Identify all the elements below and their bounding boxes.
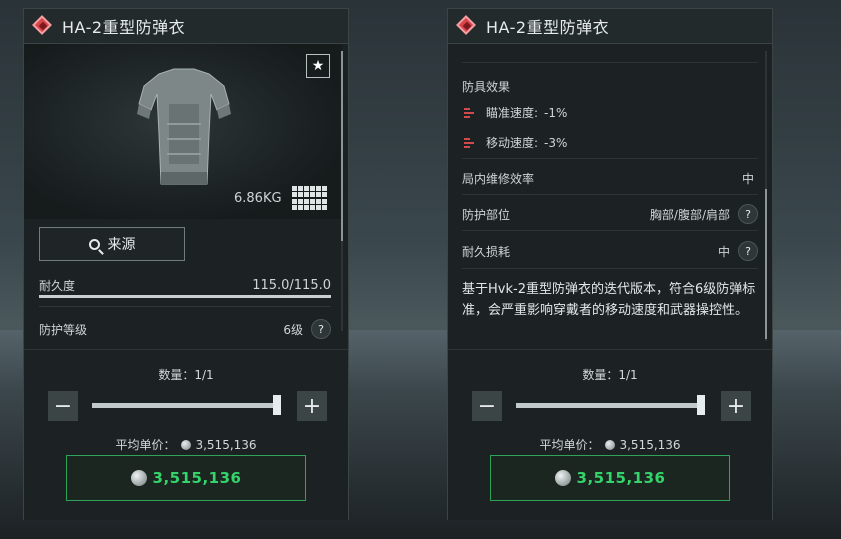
quantity-slider-thumb[interactable] [697, 395, 705, 415]
item-title: HA-2重型防弹衣 [62, 18, 186, 37]
average-price-row: 平均单价： 3,515,136 [448, 436, 772, 453]
coin-icon [554, 470, 571, 486]
source-button-label: 来源 [107, 237, 136, 253]
item-description: 基于Hvk-2重型防弹衣的迭代版本，符合6级防弹标准，会严重影响穿戴者的移动速度… [462, 282, 756, 318]
buy-button[interactable]: 3,515,136 [490, 455, 730, 501]
item-detail-panel-right: HA-2重型防弹衣 防具效果 瞄准速度: -1% 移动速度: -3% 局内维修效… [447, 8, 773, 520]
durability-bar [39, 295, 331, 298]
effects-title-label: 防具效果 [462, 80, 511, 94]
divider [462, 194, 758, 195]
item-title: HA-2重型防弹衣 [486, 18, 610, 37]
effects-title: 防具效果 [462, 78, 758, 95]
quantity-label: 数量：1/1 [158, 368, 214, 382]
coin-icon [130, 470, 147, 486]
durability-loss-label: 耐久损耗 [462, 244, 511, 259]
increase-quantity-button[interactable]: + [721, 391, 751, 421]
effect-row: 瞄准速度: -1% [464, 104, 567, 121]
quantity-slider-thumb[interactable] [273, 395, 281, 415]
average-price-row: 平均单价： 3,515,136 [24, 436, 348, 453]
item-stats-scroll-area[interactable]: 防具效果 瞄准速度: -1% 移动速度: -3% 局内维修效率 中 防护部位 胸… [448, 44, 766, 349]
coin-icon [181, 440, 192, 450]
durability-value: 115.0/115.0 [252, 278, 331, 293]
scrollbar-thumb[interactable] [765, 189, 767, 339]
repair-efficiency-row: 局内维修效率 中 [462, 170, 758, 187]
protection-level-row: 防护等级 6级 ? [39, 319, 331, 339]
durability-loss-row: 耐久损耗 中 ? [462, 241, 758, 261]
debuff-icon [464, 137, 476, 149]
body-armor-image [137, 68, 231, 185]
divider [462, 158, 758, 159]
protection-level-value: 6级 [283, 322, 303, 337]
durability-label: 耐久度 [39, 279, 76, 293]
average-price-label: 平均单价： [539, 438, 600, 452]
effect-value: -3% [544, 135, 568, 150]
effect-label: 瞄准速度: [486, 106, 539, 120]
buy-button[interactable]: 3,515,136 [66, 455, 306, 501]
title-bar: HA-2重型防弹衣 [24, 9, 348, 44]
quantity-label: 数量：1/1 [582, 368, 638, 382]
scrollbar-thumb[interactable] [341, 51, 343, 241]
repair-efficiency-label: 局内维修效率 [462, 172, 535, 186]
search-icon [88, 238, 100, 250]
effect-row: 移动速度: -3% [464, 134, 567, 151]
quantity-slider[interactable] [516, 403, 702, 408]
purchase-section: 数量：1/1 − + 平均单价： 3,515,136 3,515,136 [24, 349, 348, 520]
source-button[interactable]: 来源 [39, 227, 185, 261]
quantity-slider[interactable] [92, 403, 278, 408]
protected-parts-label: 防护部位 [462, 207, 511, 222]
decrease-quantity-button[interactable]: − [48, 391, 78, 421]
durability-loss-value: 中 [717, 244, 730, 259]
total-price: 3,515,136 [152, 469, 242, 487]
item-detail-panel-left: HA-2重型防弹衣 ★ 6.86KG 来源 耐久度 115.0/115.0 防护… [23, 8, 349, 520]
divider [462, 230, 758, 231]
protected-parts-value: 胸部/腹部/肩部 [649, 207, 730, 222]
divider [462, 268, 758, 269]
durability-row: 耐久度 115.0/115.0 [39, 277, 331, 294]
favorite-star-icon[interactable]: ★ [306, 54, 330, 78]
purchase-section: 数量：1/1 − + 平均单价： 3,515,136 3,515,136 [448, 349, 772, 520]
divider [462, 62, 758, 63]
item-size-grid-icon [292, 186, 330, 210]
rarity-diamond-icon [456, 15, 478, 37]
item-image-area: ★ 6.86KG [24, 44, 342, 219]
decrease-quantity-button[interactable]: − [472, 391, 502, 421]
protection-level-label: 防护等级 [39, 322, 88, 337]
average-price-value: 3,515,136 [619, 438, 681, 452]
effect-value: -1% [544, 105, 568, 120]
coin-icon [605, 440, 616, 450]
debuff-icon [464, 107, 476, 119]
protected-parts-row: 防护部位 胸部/腹部/肩部 ? [462, 204, 758, 224]
increase-quantity-button[interactable]: + [297, 391, 327, 421]
rarity-diamond-icon [32, 15, 54, 37]
help-icon[interactable]: ? [738, 241, 758, 261]
total-price: 3,515,136 [576, 469, 666, 487]
average-price-value: 3,515,136 [195, 438, 257, 452]
effect-label: 移动速度: [486, 136, 539, 150]
item-weight: 6.86KG [234, 191, 282, 206]
title-bar: HA-2重型防弹衣 [448, 9, 772, 44]
divider [39, 306, 331, 307]
help-icon[interactable]: ? [311, 319, 331, 339]
repair-efficiency-value: 中 [741, 172, 754, 186]
help-icon[interactable]: ? [738, 204, 758, 224]
average-price-label: 平均单价： [115, 438, 176, 452]
